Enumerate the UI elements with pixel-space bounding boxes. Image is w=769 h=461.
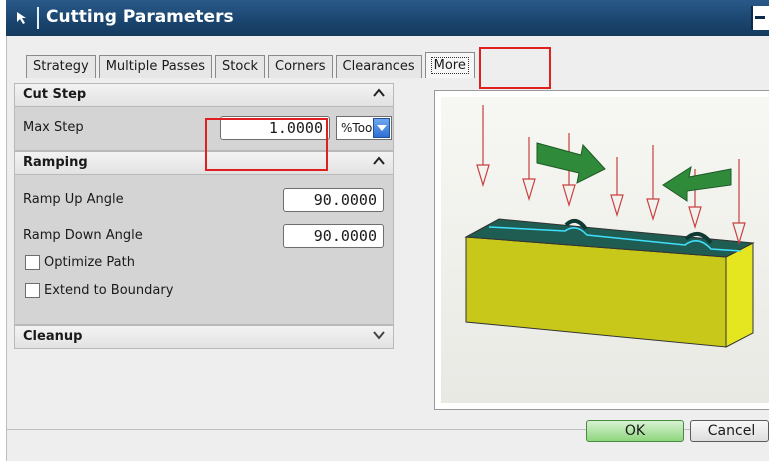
tab-clearances[interactable]: Clearances (335, 55, 422, 78)
tab-multiple-passes-label: Multiple Passes (105, 59, 206, 74)
minimize-button[interactable] (751, 6, 769, 30)
tab-bar: Strategy Multiple Passes Stock Corners C… (26, 52, 478, 78)
optimize-path-label: Optimize Path (44, 255, 135, 270)
tab-clearances-label: Clearances (342, 59, 415, 74)
tab-multiple-passes[interactable]: Multiple Passes (98, 55, 213, 78)
max-step-label: Max Step (23, 120, 84, 135)
tab-corners-label: Corners (275, 59, 326, 74)
optimize-path-row[interactable]: Optimize Path (25, 255, 135, 270)
ramping-body: Ramp Up Angle 90.0000 Ramp Down Angle 90… (14, 175, 394, 325)
tab-strategy[interactable]: Strategy (26, 55, 96, 78)
parameters-panel: Cut Step Max Step 1.0000 %Tool Ramping R… (14, 83, 394, 349)
max-step-highlight (205, 118, 328, 171)
cancel-button-label: Cancel (707, 423, 756, 439)
ramping-illustration (464, 105, 755, 348)
tab-more-label: More (430, 57, 469, 74)
extend-boundary-checkbox[interactable] (25, 283, 40, 298)
cut-step-body: Max Step 1.0000 %Tool (14, 107, 394, 151)
tab-more[interactable]: More (424, 52, 475, 78)
cleanup-title: Cleanup (23, 329, 83, 344)
optimize-path-checkbox[interactable] (25, 255, 40, 270)
extend-boundary-row[interactable]: Extend to Boundary (25, 283, 173, 298)
ramp-up-input[interactable]: 90.0000 (283, 188, 384, 212)
window-title: Cutting Parameters (46, 7, 234, 27)
tab-strategy-label: Strategy (33, 59, 89, 74)
chevron-up-icon[interactable] (371, 86, 387, 104)
max-step-unit-dropdown[interactable]: %Tool (336, 116, 392, 140)
chevron-down-icon[interactable] (371, 328, 387, 346)
cancel-button[interactable]: Cancel (690, 420, 769, 442)
tab-stock[interactable]: Stock (215, 55, 265, 78)
tab-corners[interactable]: Corners (268, 55, 333, 78)
ok-button[interactable]: OK (586, 420, 684, 442)
tab-stock-label: Stock (222, 59, 258, 74)
cutting-preview (434, 90, 769, 410)
cut-step-header[interactable]: Cut Step (14, 83, 394, 107)
preview-canvas (441, 97, 769, 403)
ramp-down-input[interactable]: 90.0000 (283, 224, 384, 248)
cleanup-header[interactable]: Cleanup (14, 325, 394, 349)
dialog-body: Strategy Multiple Passes Stock Corners C… (6, 36, 769, 461)
extend-boundary-label: Extend to Boundary (44, 283, 174, 298)
ramp-down-label: Ramp Down Angle (23, 228, 143, 243)
dropdown-arrow-icon[interactable] (373, 118, 390, 138)
max-step-unit-value: %Tool (341, 121, 376, 135)
cursor-icon (17, 12, 26, 24)
ramping-title: Ramping (23, 155, 88, 170)
ramp-up-label: Ramp Up Angle (23, 192, 124, 207)
more-tab-highlight (479, 47, 551, 89)
title-bar: Cutting Parameters (6, 0, 769, 36)
title-separator (37, 7, 39, 29)
chevron-up-icon[interactable] (371, 154, 387, 172)
cut-step-title: Cut Step (23, 87, 87, 102)
ramping-header[interactable]: Ramping (14, 151, 394, 175)
